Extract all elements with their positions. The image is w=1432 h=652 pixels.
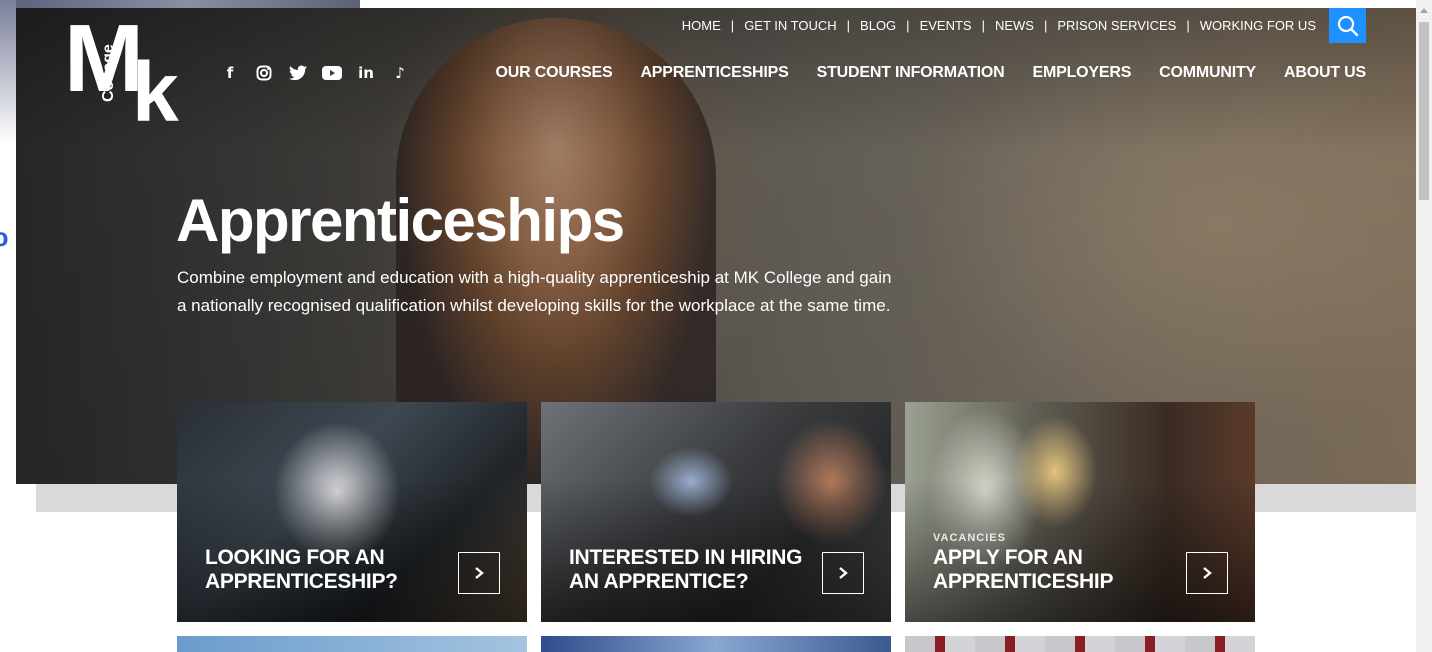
card-hiring-apprentice[interactable]: INTERESTED IN HIRING AN APPRENTICE? [541, 402, 891, 622]
instagram-icon[interactable] [254, 63, 274, 83]
card-kicker: VACANCIES [933, 532, 1006, 544]
background-page-glyph: ɔ [0, 222, 9, 252]
chevron-right-icon [1203, 567, 1212, 579]
card-title: APPLY FOR AN APPRENTICESHIP [933, 546, 1114, 593]
main-nav-student-information[interactable]: STUDENT INFORMATION [817, 64, 1005, 82]
logo-college-text: College [100, 44, 117, 102]
util-nav-prison-services[interactable]: PRISON SERVICES [1057, 18, 1176, 33]
chevron-right-icon [475, 567, 484, 579]
util-nav-events[interactable]: EVENTS [920, 18, 972, 33]
utility-nav: HOME | GET IN TOUCH | BLOG | EVENTS | NEWS | … [682, 18, 1316, 33]
main-nav: OUR COURSES APPRENTICESHIPS STUDENT INFO… [496, 64, 1367, 82]
util-nav-home[interactable]: HOME [682, 18, 721, 33]
card-arrow-button[interactable] [1186, 552, 1228, 594]
scrollbar-thumb[interactable] [1419, 22, 1429, 200]
social-links: f in ♪ [220, 63, 410, 83]
search-button[interactable] [1329, 8, 1366, 43]
logo-letter-k: k [132, 45, 179, 139]
nav-separator: | [1043, 18, 1048, 33]
nav-separator: | [981, 18, 985, 33]
scroll-up-arrow-icon[interactable] [1420, 8, 1428, 13]
card-apply-for-apprenticeship[interactable]: VACANCIES APPLY FOR AN APPRENTICESHIP [905, 402, 1255, 622]
nav-separator: | [1186, 18, 1190, 33]
card-row-2-item-1[interactable] [177, 636, 527, 652]
twitter-icon[interactable] [288, 63, 308, 83]
card-arrow-button[interactable] [458, 552, 500, 594]
nav-separator: | [846, 18, 851, 33]
util-nav-working-for-us[interactable]: WORKING FOR US [1200, 18, 1316, 33]
linkedin-icon[interactable]: in [356, 63, 376, 83]
tiktok-icon[interactable]: ♪ [390, 63, 410, 83]
youtube-icon[interactable] [322, 63, 342, 83]
hero-description: Combine employment and education with a … [177, 268, 892, 315]
card-title: LOOKING FOR AN APPRENTICESHIP? [205, 546, 398, 593]
util-nav-news[interactable]: NEWS [995, 18, 1034, 33]
page-title: Apprenticeships [176, 187, 625, 254]
search-icon [1337, 15, 1358, 36]
main-nav-employers[interactable]: EMPLOYERS [1033, 64, 1132, 82]
chevron-right-icon [839, 567, 848, 579]
main-nav-apprenticeships[interactable]: APPRENTICESHIPS [640, 64, 788, 82]
page-scrollbar[interactable] [1416, 0, 1432, 652]
main-nav-our-courses[interactable]: OUR COURSES [496, 64, 613, 82]
card-title: INTERESTED IN HIRING AN APPRENTICE? [569, 546, 803, 593]
mk-college-logo[interactable]: M k College [60, 5, 200, 139]
card-arrow-button[interactable] [822, 552, 864, 594]
card-row-2-item-3[interactable] [905, 636, 1255, 652]
nav-separator: | [730, 18, 735, 33]
main-nav-about-us[interactable]: ABOUT US [1284, 64, 1366, 82]
card-looking-for-apprenticeship[interactable]: LOOKING FOR AN APPRENTICESHIP? [177, 402, 527, 622]
card-row-2-item-2[interactable] [541, 636, 891, 652]
main-nav-community[interactable]: COMMUNITY [1159, 64, 1256, 82]
util-nav-blog[interactable]: BLOG [860, 18, 896, 33]
nav-separator: | [906, 18, 910, 33]
facebook-icon[interactable]: f [220, 63, 240, 83]
util-nav-get-in-touch[interactable]: GET IN TOUCH [744, 18, 836, 33]
